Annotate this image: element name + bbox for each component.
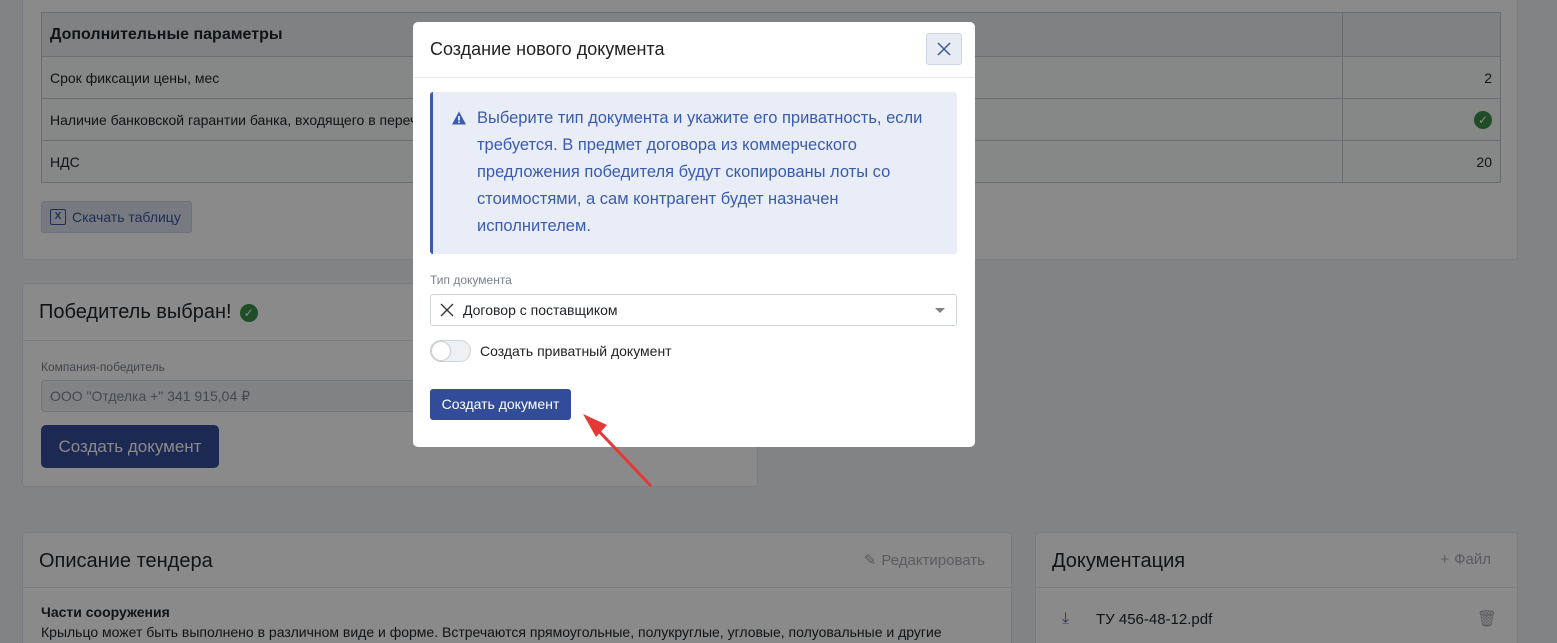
chevron-down-icon (935, 308, 945, 313)
alert-text: Выберите тип документа и укажите его при… (477, 109, 923, 235)
private-document-label: Создать приватный документ (480, 343, 672, 359)
warning-icon (452, 111, 466, 125)
toggle-knob (432, 342, 450, 360)
close-icon (937, 42, 951, 56)
document-type-value: Договор с поставщиком (463, 302, 618, 318)
close-button[interactable] (926, 33, 962, 65)
clear-icon[interactable] (431, 303, 463, 317)
divider (413, 77, 975, 78)
create-document-modal: Создание нового документа Выберите тип д… (413, 22, 975, 447)
info-alert: Выберите тип документа и укажите его при… (430, 92, 957, 254)
create-document-button[interactable]: Создать документ (430, 389, 571, 420)
document-type-select[interactable]: Договор с поставщиком (430, 294, 957, 326)
document-type-label: Тип документа (430, 273, 512, 287)
annotation-arrow-icon (583, 414, 653, 488)
modal-title: Создание нового документа (430, 39, 665, 59)
private-document-toggle[interactable] (430, 340, 471, 362)
